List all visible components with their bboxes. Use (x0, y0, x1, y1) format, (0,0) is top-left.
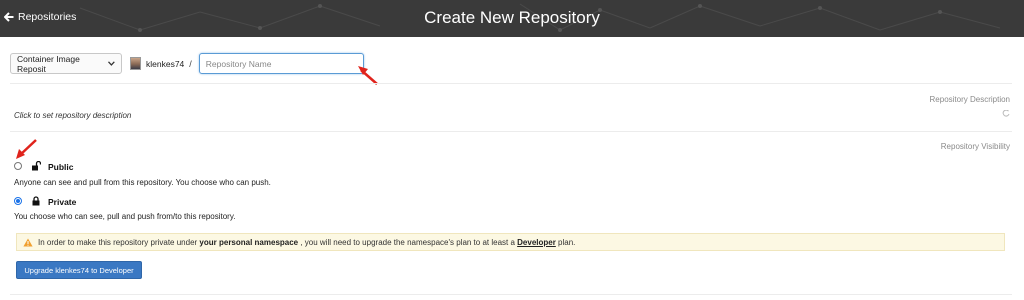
unlock-icon (32, 161, 41, 171)
avatar (130, 57, 141, 70)
repository-name-input[interactable] (198, 53, 364, 74)
public-option-description: Anyone can see and pull from this reposi… (14, 178, 271, 187)
warning-icon (23, 238, 33, 246)
warning-text-start: In order to make this repository private… (38, 237, 200, 247)
repository-description-field[interactable]: Click to set repository description (14, 111, 131, 120)
namespace-name: klenkes74 (146, 58, 185, 69)
public-visibility-radio[interactable] (14, 162, 22, 170)
upgrade-warning-alert: In order to make this repository private… (16, 233, 1005, 251)
warning-text-end: plan. (555, 237, 576, 247)
section-divider (10, 83, 1012, 84)
page-title: Create New Repository (424, 8, 600, 27)
section-divider (10, 131, 1012, 132)
top-header-bar: Repositories Create New Repository (0, 0, 1024, 37)
private-option-label: Private (48, 197, 77, 207)
developer-plan-link[interactable]: Developer (517, 238, 556, 247)
upgrade-plan-button[interactable]: Upgrade klenkes74 to Developer (16, 261, 142, 279)
repository-type-select[interactable]: Container Image Reposit (10, 53, 122, 74)
public-option-label: Public (48, 162, 74, 172)
chevron-down-icon (108, 61, 115, 66)
warning-text-middle: , you will need to upgrade the namespace… (298, 237, 518, 247)
namespace-separator: / (189, 58, 192, 69)
repository-type-value: Container Image Reposit (17, 53, 80, 74)
private-option-description: You choose who can see, pull and push fr… (14, 212, 236, 221)
lock-icon (32, 196, 40, 206)
repository-name-row: Container Image Reposit klenkes74 / (10, 53, 364, 74)
warning-namespace-emphasis: your personal namespace (199, 237, 299, 247)
red-arrow-annotation (16, 139, 37, 159)
section-divider (10, 294, 1012, 295)
description-section-label: Repository Description (929, 95, 1010, 104)
red-arrow-annotation (358, 66, 378, 85)
edit-icon[interactable] (1002, 110, 1010, 118)
private-visibility-radio[interactable] (14, 197, 22, 205)
visibility-section-label: Repository Visibility (940, 142, 1010, 151)
